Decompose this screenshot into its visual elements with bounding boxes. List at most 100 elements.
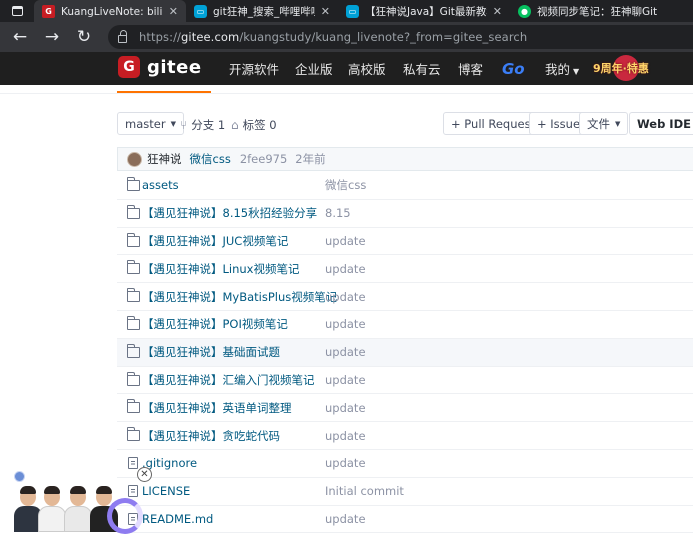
gitee-logo[interactable]: G gitee xyxy=(118,56,202,78)
latest-commit-bar: 狂神说 微信css 2fee975 2年前 xyxy=(117,147,693,171)
file-commit-message[interactable]: update xyxy=(325,262,366,276)
file-commit-message[interactable]: 8.15 xyxy=(325,206,351,220)
gitee-favicon-icon: G xyxy=(42,4,55,18)
file-commit-message[interactable]: update xyxy=(325,234,366,248)
nav-blog[interactable]: 博客 xyxy=(458,59,483,78)
file-name-link[interactable]: 【遇见狂神说】MyBatisPlus视频笔记 xyxy=(142,289,337,305)
commit-message[interactable]: 微信css xyxy=(190,151,231,167)
browser-tab-2[interactable]: ▭ 【狂神说Java】Git最新教程通俗 ✕ xyxy=(338,0,510,22)
file-commit-message[interactable]: update xyxy=(325,429,366,443)
file-list: assets 微信css 【遇见狂神说】8.15秋招经验分享 8.15 【遇见狂神说】J… xyxy=(117,172,693,534)
file-name-link[interactable]: .gitignore xyxy=(142,456,197,470)
file-commit-message[interactable]: update xyxy=(325,373,366,387)
file-commit-message[interactable]: Initial commit xyxy=(325,484,404,498)
folder-icon xyxy=(126,371,140,386)
files-dropdown[interactable]: 文件 ▼ xyxy=(579,112,629,135)
video-thumbnail-people xyxy=(14,484,143,534)
tab-title: 【狂神说Java】Git最新教程通俗 xyxy=(365,5,487,18)
file-commit-message[interactable]: 微信css xyxy=(325,177,366,193)
branch-icon: ⑂ xyxy=(180,118,188,132)
nav-education[interactable]: 高校版 xyxy=(348,59,386,78)
gitee-header: G gitee 开源软件 企业版 高校版 私有云 博客 Go 我的 ▼ 9周年·特… xyxy=(0,52,693,85)
web-ide-button[interactable]: Web IDE xyxy=(629,112,693,135)
file-name-link[interactable]: 【遇见狂神说】Linux视频笔记 xyxy=(142,261,299,277)
gitee-logo-text: gitee xyxy=(147,56,202,78)
file-name-link[interactable]: 【遇见狂神说】贪吃蛇代码 xyxy=(142,428,280,444)
folder-icon xyxy=(126,232,140,247)
file-name-link[interactable]: 【遇见狂神说】POI视频笔记 xyxy=(142,316,288,332)
caret-down-icon: ▼ xyxy=(615,119,621,128)
wechat-favicon-icon: ● xyxy=(518,4,531,18)
file-name-link[interactable]: 【遇见狂神说】8.15秋招经验分享 xyxy=(142,205,317,221)
file-row[interactable]: 【遇见狂神说】POI视频笔记 update xyxy=(117,311,693,339)
file-name-link[interactable]: 【遇见狂神说】基础面试题 xyxy=(142,344,280,360)
browser-tab-0[interactable]: G KuangLiveNote: bilibili 狂神说Java ✕ xyxy=(34,0,186,22)
file-row[interactable]: assets 微信css xyxy=(117,172,693,200)
folder-icon xyxy=(126,177,140,191)
back-arrow-icon[interactable]: ← xyxy=(4,22,36,52)
file-row[interactable]: 【遇见狂神说】英语单词整理 update xyxy=(117,394,693,423)
tab-title: git狂神_搜索_哔哩哔哩-bilibili xyxy=(213,5,315,18)
tags-label: 标签 0 xyxy=(242,118,277,132)
nav-open-source[interactable]: 开源软件 xyxy=(229,59,279,78)
folder-icon xyxy=(126,343,140,358)
file-row[interactable]: 【遇见狂神说】JUC视频笔记 update xyxy=(117,228,693,256)
nav-go[interactable]: Go xyxy=(502,60,525,78)
file-name-link[interactable]: 【遇见狂神说】汇编入门视频笔记 xyxy=(142,372,315,388)
file-name-link[interactable]: README.md xyxy=(142,512,213,526)
file-row[interactable]: 【遇见狂神说】汇编入门视频笔记 update xyxy=(117,367,693,395)
browser-tab-3[interactable]: ● 视频同步笔记：狂神聊Git xyxy=(510,0,693,22)
file-commit-message[interactable]: update xyxy=(325,290,366,304)
nav-mine[interactable]: 我的 ▼ xyxy=(545,59,579,78)
folder-icon xyxy=(126,427,140,442)
folder-icon xyxy=(126,204,140,219)
file-row[interactable]: 【遇见狂神说】基础面试题 update xyxy=(117,338,693,367)
nav-enterprise[interactable]: 企业版 xyxy=(295,59,333,78)
file-name-link[interactable]: 【遇见狂神说】英语单词整理 xyxy=(142,400,292,416)
file-commit-message[interactable]: update xyxy=(325,456,366,470)
file-commit-message[interactable]: update xyxy=(325,317,366,331)
file-row[interactable]: 【遇见狂神说】贪吃蛇代码 update xyxy=(117,422,693,450)
bilibili-favicon-icon: ▭ xyxy=(194,4,207,18)
file-name-link[interactable]: LICENSE xyxy=(142,484,190,498)
file-row[interactable]: 【遇见狂神说】Linux视频笔记 update xyxy=(117,255,693,284)
lock-icon xyxy=(118,30,127,43)
tags-link[interactable]: ⌂ 标签 0 xyxy=(231,117,277,133)
file-name-link[interactable]: assets xyxy=(142,178,179,192)
commit-author[interactable]: 狂神说 xyxy=(147,151,182,167)
anniversary-promo-banner[interactable]: 9周年·特惠 xyxy=(593,55,663,82)
caret-down-icon: ▼ xyxy=(170,119,176,128)
nav-private-cloud[interactable]: 私有云 xyxy=(403,59,441,78)
file-row[interactable]: README.md update xyxy=(117,506,693,534)
forward-arrow-icon[interactable]: → xyxy=(36,22,68,52)
branches-link[interactable]: ⑂ 分支 1 xyxy=(180,117,225,133)
person-figure xyxy=(38,486,66,532)
loading-ring-icon xyxy=(107,498,143,534)
close-tab-icon[interactable]: ✕ xyxy=(169,5,178,18)
person-figure xyxy=(64,486,92,532)
file-commit-message[interactable]: update xyxy=(325,345,366,359)
floating-video-widget[interactable] xyxy=(0,462,143,534)
tab-search-button[interactable] xyxy=(0,0,34,22)
file-row[interactable]: 【遇见狂神说】MyBatisPlus视频笔记 update xyxy=(117,283,693,311)
close-tab-icon[interactable]: ✕ xyxy=(321,5,330,18)
file-row[interactable]: .gitignore update xyxy=(117,450,693,478)
file-row[interactable]: 【遇见狂神说】8.15秋招经验分享 8.15 xyxy=(117,200,693,228)
branch-select[interactable]: master ▼ xyxy=(117,112,184,135)
avatar[interactable] xyxy=(127,151,142,167)
minimize-dot-icon[interactable] xyxy=(14,471,25,482)
window-icon xyxy=(11,6,23,16)
bilibili-favicon-icon: ▭ xyxy=(346,4,359,18)
reload-icon[interactable]: ↻ xyxy=(68,22,100,52)
browser-tab-1[interactable]: ▭ git狂神_搜索_哔哩哔哩-bilibili ✕ xyxy=(186,0,338,22)
gitee-logo-icon: G xyxy=(118,56,140,78)
file-commit-message[interactable]: update xyxy=(325,401,366,415)
folder-icon xyxy=(126,288,140,303)
close-tab-icon[interactable]: ✕ xyxy=(493,5,502,18)
file-name-link[interactable]: 【遇见狂神说】JUC视频笔记 xyxy=(142,233,288,249)
address-bar[interactable]: https://gitee.com/kuangstudy/kuang_liven… xyxy=(108,25,693,49)
file-row[interactable]: LICENSE Initial commit xyxy=(117,478,693,506)
close-overlay-icon[interactable]: ✕ xyxy=(137,467,152,482)
commit-hash[interactable]: 2fee975 xyxy=(240,152,287,166)
file-commit-message[interactable]: update xyxy=(325,512,366,526)
